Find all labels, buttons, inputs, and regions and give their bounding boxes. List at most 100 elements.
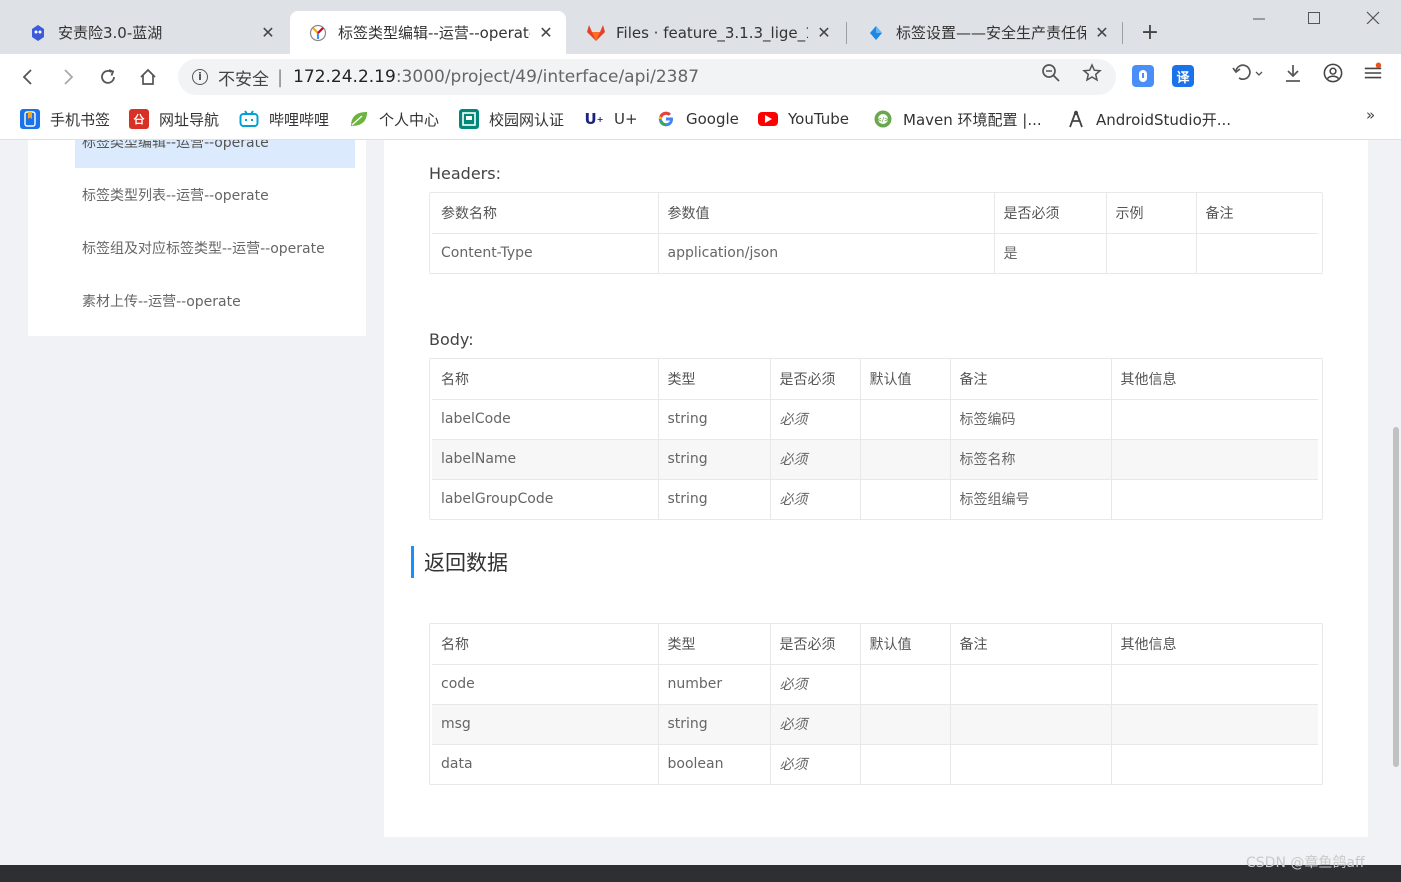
sidebar-item-label: 标签类型编辑--运营--operate <box>82 140 269 151</box>
table-cell <box>1111 439 1318 480</box>
column-header: 参数名称 <box>432 193 659 234</box>
column-header: 默认值 <box>860 359 951 400</box>
maven-icon: </> <box>873 109 893 129</box>
bookmark-item[interactable]: 㕣 网址导航 <box>129 108 219 130</box>
table-cell: boolean <box>658 744 771 784</box>
bookmark-label: Google <box>686 110 739 128</box>
translate-icon[interactable]: 译 <box>1172 65 1194 87</box>
sidebar-item-tag-group[interactable]: 标签组及对应标签类型--运营--operate <box>75 228 355 268</box>
back-icon[interactable] <box>14 63 42 91</box>
security-label[interactable]: 不安全 <box>218 65 269 90</box>
table-cell <box>1111 704 1318 745</box>
table-row: msg string 必须 <box>432 704 1318 745</box>
watermark: CSDN @章鱼鸽aff <box>1246 855 1365 871</box>
tab-separator <box>1122 22 1123 44</box>
table-cell <box>1106 233 1197 273</box>
bookmark-item[interactable]: 个人中心 <box>349 108 439 130</box>
close-icon[interactable]: ✕ <box>814 23 834 42</box>
table-cell <box>860 664 951 705</box>
sidebar-item-material-upload[interactable]: 素材上传--运营--operate <box>75 281 355 321</box>
table-cell: 必须 <box>770 744 861 784</box>
close-icon[interactable]: ✕ <box>258 23 278 42</box>
tab-lanhu[interactable]: 安责险3.0-蓝湖 ✕ <box>10 11 288 54</box>
u-plus-icon: U + <box>584 109 604 129</box>
sidebar-item-tag-type-edit[interactable]: 标签类型编辑--运营--operate <box>75 140 355 168</box>
table-cell: labelGroupCode <box>432 479 659 519</box>
table-cell: number <box>658 664 771 705</box>
bookmark-item[interactable]: Google <box>656 108 739 130</box>
column-header: 名称 <box>432 624 659 665</box>
undo-menu-icon[interactable] <box>1230 63 1266 83</box>
bookmark-item[interactable]: U + U+ <box>584 108 638 130</box>
column-header: 其他信息 <box>1111 359 1318 400</box>
address-bar[interactable]: i 不安全 | 172.24.2.19 :3000/project/49/int… <box>178 59 1116 95</box>
table-row: labelName string 必须 标签名称 <box>432 439 1318 480</box>
close-icon[interactable]: ✕ <box>536 23 556 42</box>
account-icon[interactable] <box>1323 63 1343 83</box>
table-row: labelGroupCode string 必须 标签组编号 <box>432 479 1318 519</box>
hao-icon: 㕣 <box>129 109 149 129</box>
bookmark-label: 网址导航 <box>159 110 220 129</box>
table-cell <box>950 664 1112 705</box>
bookmark-item[interactable]: 手机书签 <box>20 108 110 130</box>
table-row: Content-Type application/json 是 <box>432 233 1318 273</box>
tab-yapi[interactable]: 标签类型编辑--运营--operate ✕ <box>290 11 566 54</box>
close-window-icon[interactable] <box>1362 8 1384 30</box>
star-icon[interactable] <box>1082 63 1102 83</box>
bookmarks-overflow-button[interactable]: » <box>1366 106 1375 124</box>
table-cell: string <box>658 439 771 480</box>
url-path[interactable]: :3000/project/49/interface/api/2387 <box>396 67 699 87</box>
menu-icon[interactable] <box>1363 62 1383 83</box>
return-table: 名称 类型 是否必须 默认值 备注 其他信息 code number 必须 ms… <box>429 623 1323 785</box>
table-cell: 标签编码 <box>950 399 1112 440</box>
column-header: 备注 <box>1196 193 1318 234</box>
new-tab-button[interactable]: + <box>1137 20 1163 45</box>
download-icon[interactable] <box>1283 63 1303 83</box>
bookmark-item[interactable]: 哔哩哔哩 <box>239 108 329 130</box>
bookmark-label: 校园网认证 <box>489 110 565 129</box>
table-cell: 标签名称 <box>950 439 1112 480</box>
column-header: 是否必须 <box>770 624 861 665</box>
zoom-icon[interactable] <box>1041 63 1061 83</box>
tab-label-settings[interactable]: 标签设置——安全生产责任保 ✕ <box>848 11 1122 54</box>
column-header: 示例 <box>1106 193 1197 234</box>
table-cell <box>860 399 951 440</box>
column-header: 类型 <box>658 359 771 400</box>
return-data-heading: 返回数据 <box>411 546 508 578</box>
sidebar-item-tag-type-list[interactable]: 标签类型列表--运营--operate <box>75 175 355 215</box>
bookmark-item[interactable]: </> Maven 环境配置 |... <box>873 108 1042 130</box>
home-icon[interactable] <box>134 63 162 91</box>
scrollbar-thumb[interactable] <box>1393 427 1399 767</box>
sidebar-item-label: 标签类型列表--运营--operate <box>82 188 269 204</box>
bookmark-label: YouTube <box>788 110 849 128</box>
forward-icon[interactable] <box>54 63 82 91</box>
table-cell: labelName <box>432 439 659 480</box>
bookmark-item[interactable]: AndroidStudio开... <box>1066 108 1231 130</box>
bookmark-item[interactable]: YouTube <box>758 108 849 130</box>
reload-icon[interactable] <box>94 63 122 91</box>
column-header: 是否必须 <box>994 193 1107 234</box>
maximize-icon[interactable] <box>1303 8 1325 30</box>
table-cell: code <box>432 664 659 705</box>
minimize-icon[interactable] <box>1248 8 1270 30</box>
extension-shield-icon[interactable] <box>1132 65 1154 87</box>
url-host[interactable]: 172.24.2.19 <box>293 67 396 87</box>
body-label: Body: <box>429 330 474 349</box>
column-header: 名称 <box>432 359 659 400</box>
close-icon[interactable]: ✕ <box>1092 23 1112 42</box>
tab-gitlab[interactable]: Files · feature_3.1.3_lige_1 · ✕ <box>568 11 844 54</box>
table-cell <box>1111 479 1318 519</box>
column-header: 类型 <box>658 624 771 665</box>
bookmark-label: Maven 环境配置 |... <box>903 110 1042 129</box>
sidebar-item-label: 素材上传--运营--operate <box>82 294 241 310</box>
bilibili-icon <box>239 109 259 129</box>
bookmark-label: 个人中心 <box>379 110 440 129</box>
bookmark-item[interactable]: 校园网认证 <box>459 108 564 130</box>
table-cell <box>1111 664 1318 705</box>
column-header: 备注 <box>950 624 1112 665</box>
tab-title: 标签设置——安全生产责任保 <box>896 24 1086 42</box>
info-icon[interactable]: i <box>192 69 208 85</box>
page-footer <box>0 865 1401 882</box>
table-cell: msg <box>432 704 659 745</box>
android-studio-icon <box>1066 109 1086 129</box>
